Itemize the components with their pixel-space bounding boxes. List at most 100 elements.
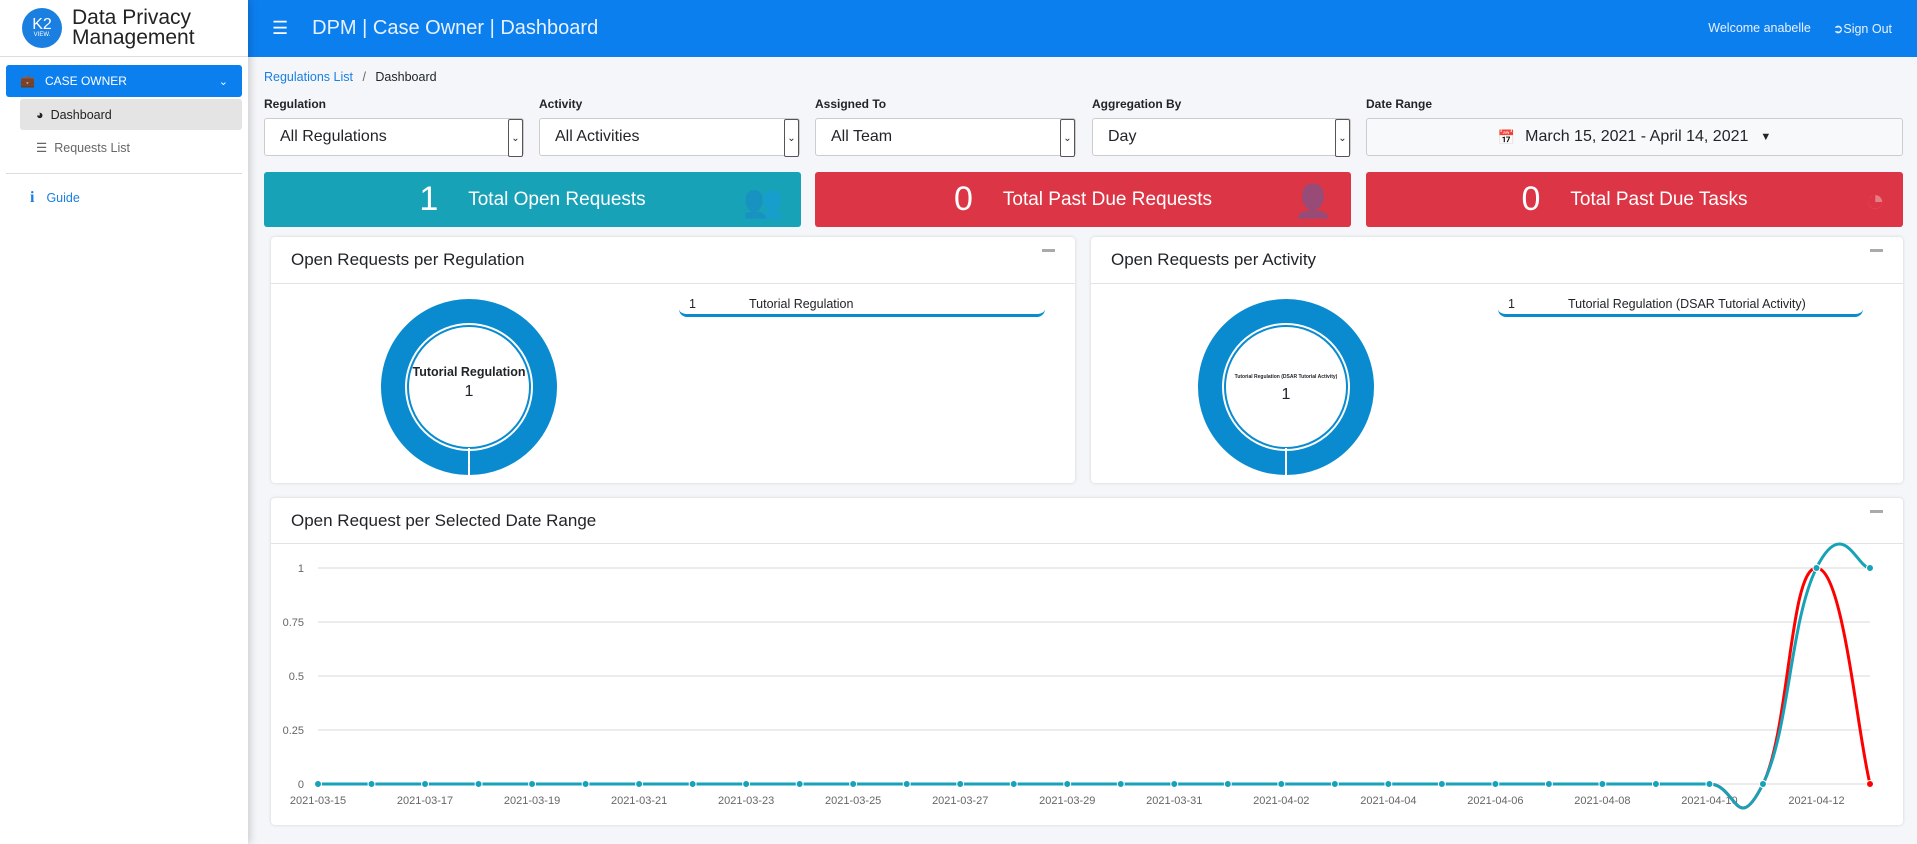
x-tick-label: 2021-03-15 xyxy=(290,795,346,807)
x-tick-label: 2021-04-12 xyxy=(1788,795,1844,807)
sidebar-item-requests-list[interactable]: ☰ Requests List xyxy=(20,132,242,163)
sign-out-icon: ➲ xyxy=(1832,22,1844,36)
filter-label: Aggregation By xyxy=(1092,97,1182,111)
data-point xyxy=(421,780,430,788)
data-point xyxy=(1866,780,1874,788)
legend-value: 1 xyxy=(1508,297,1515,311)
info-icon: i xyxy=(30,189,35,206)
sidebar-item-guide[interactable]: i Guide xyxy=(0,184,248,212)
regulation-select[interactable]: All Regulations ⌄ xyxy=(264,118,524,157)
assigned-to-select[interactable]: All Team ⌄ xyxy=(815,118,1076,157)
logo[interactable]: K2 VIEW. Data Privacy Management xyxy=(0,0,248,57)
filter-label: Regulation xyxy=(264,97,326,111)
top-header: ☰ DPM | Case Owner | Dashboard Welcome a… xyxy=(248,0,1917,57)
aggregation-select[interactable]: Day ⌄ xyxy=(1092,118,1351,157)
data-point xyxy=(1812,564,1821,572)
breadcrumb-separator: / xyxy=(362,70,366,84)
card-label: Total Past Due Tasks xyxy=(1570,188,1748,210)
x-tick-label: 2021-03-23 xyxy=(718,795,774,807)
page-title: DPM | Case Owner | Dashboard xyxy=(312,17,599,39)
open-requests-per-regulation-panel: Open Requests per Regulation Tutorial Re… xyxy=(271,237,1075,483)
users-icon: 👥 xyxy=(743,183,783,219)
breadcrumb: Regulations List / Dashboard xyxy=(264,70,437,84)
k2view-logo-icon: K2 VIEW. xyxy=(22,8,62,48)
data-point xyxy=(528,780,537,788)
x-tick-label: 2021-03-27 xyxy=(932,795,988,807)
select-value: All Regulations xyxy=(280,128,387,145)
sidebar: K2 VIEW. Data Privacy Management 💼 CASE OWN… xyxy=(0,0,248,844)
minimize-icon[interactable] xyxy=(1870,249,1883,252)
assigned-to-filter: Assigned To All Team ⌄ xyxy=(815,97,1076,157)
divider xyxy=(6,173,242,174)
y-tick-label: 1 xyxy=(298,563,304,575)
user-plus-icon: 👤 xyxy=(1293,183,1333,219)
donut-center-value: 1 xyxy=(464,383,474,400)
y-tick-label: 0.75 xyxy=(283,617,304,629)
caret-down-icon: ▼ xyxy=(1760,131,1772,143)
x-tick-label: 2021-03-21 xyxy=(611,795,667,807)
sign-out-label: Sign Out xyxy=(1843,22,1892,36)
open-request-per-date-range-panel: Open Request per Selected Date Range 0 0.… xyxy=(271,498,1903,825)
data-point xyxy=(1116,780,1125,788)
data-point xyxy=(1277,780,1286,788)
legend-value: 1 xyxy=(689,297,696,311)
pie-chart-icon: ◔ xyxy=(1865,182,1885,218)
card-label: Total Open Requests xyxy=(468,188,646,210)
logo-sub: VIEW. xyxy=(33,31,51,38)
data-point xyxy=(742,780,751,788)
list-icon: ☰ xyxy=(36,141,48,155)
activity-select[interactable]: All Activities ⌄ xyxy=(539,118,800,157)
legend-label: Tutorial Regulation xyxy=(749,297,854,311)
card-label: Total Past Due Requests xyxy=(1002,188,1213,210)
date-range-value: March 15, 2021 - April 14, 2021 xyxy=(1525,128,1749,145)
minimize-icon[interactable] xyxy=(1042,249,1055,252)
data-point xyxy=(1544,780,1553,788)
breadcrumb-current: Dashboard xyxy=(375,70,437,84)
data-point xyxy=(1009,780,1018,788)
sign-out-link[interactable]: ➲Sign Out xyxy=(1833,21,1892,36)
hamburger-menu-icon[interactable]: ☰ xyxy=(272,18,288,39)
data-point xyxy=(1598,780,1607,788)
aggregation-filter: Aggregation By Day ⌄ xyxy=(1092,97,1351,157)
regulation-filter: Regulation All Regulations ⌄ xyxy=(264,97,524,157)
total-past-due-tasks-card[interactable]: 0 Total Past Due Tasks ◔ xyxy=(1366,172,1903,227)
sidebar-section-case-owner[interactable]: 💼 CASE OWNER ⌄ xyxy=(6,65,242,97)
data-point xyxy=(1758,780,1767,788)
filter-label: Assigned To xyxy=(815,97,887,111)
sidebar-item-label: Guide xyxy=(46,191,80,205)
legend-item[interactable]: 1 Tutorial Regulation xyxy=(679,297,1045,317)
breadcrumb-regulations-list[interactable]: Regulations List xyxy=(264,70,353,84)
data-point xyxy=(1705,780,1714,788)
x-tick-label: 2021-04-08 xyxy=(1574,795,1630,807)
x-tick-label: 2021-04-04 xyxy=(1360,795,1416,807)
data-point xyxy=(688,780,697,788)
app-name-line1: Data Privacy xyxy=(72,6,192,29)
data-point xyxy=(849,780,858,788)
data-point xyxy=(474,780,483,788)
total-open-requests-card[interactable]: 1 Total Open Requests 👥 xyxy=(264,172,801,227)
card-count: 1 xyxy=(419,180,439,218)
total-past-due-requests-card[interactable]: 0 Total Past Due Requests 👤 xyxy=(815,172,1351,227)
data-point xyxy=(956,780,965,788)
data-point xyxy=(1223,780,1232,788)
y-tick-label: 0.5 xyxy=(289,671,304,683)
date-range-picker[interactable]: 📅 March 15, 2021 - April 14, 2021 ▼ xyxy=(1366,118,1903,156)
chevron-down-icon: ⌄ xyxy=(1335,119,1350,157)
data-point xyxy=(367,780,376,788)
select-value: Day xyxy=(1108,128,1137,145)
filter-label: Activity xyxy=(539,97,583,111)
data-point xyxy=(1491,780,1500,788)
x-tick-label: 2021-03-19 xyxy=(504,795,560,807)
data-point xyxy=(1437,780,1446,788)
chevron-down-icon: ⌄ xyxy=(218,75,228,88)
x-tick-label: 2021-04-02 xyxy=(1253,795,1309,807)
x-tick-label: 2021-04-06 xyxy=(1467,795,1523,807)
app-name-line2: Management xyxy=(72,26,195,49)
legend-item[interactable]: 1 Tutorial Regulation (DSAR Tutorial Acti… xyxy=(1498,297,1863,317)
logo-mark: K2 xyxy=(32,15,52,33)
donut-center-label: Tutorial Regulation (DSAR Tutorial Activ… xyxy=(1234,374,1338,380)
section-label: CASE OWNER xyxy=(44,74,127,88)
sidebar-item-dashboard[interactable]: ◕ Dashboard xyxy=(20,99,242,130)
donut-center-value: 1 xyxy=(1281,386,1291,403)
data-point xyxy=(902,780,911,788)
